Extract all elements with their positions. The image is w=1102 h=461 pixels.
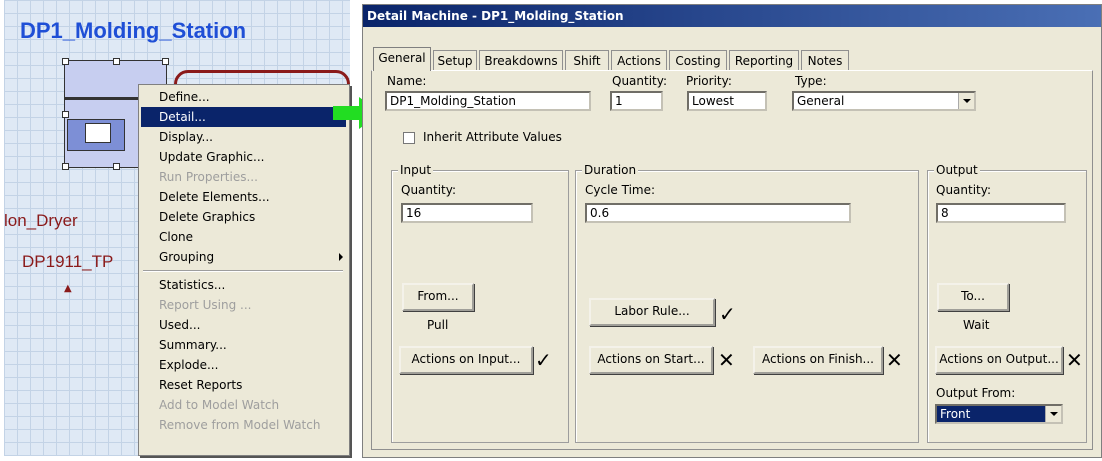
wait-text: Wait — [963, 318, 990, 332]
tab-notes[interactable]: Notes — [801, 50, 849, 70]
menu-item-delete-elements[interactable]: Delete Elements... — [141, 187, 346, 207]
tab-actions[interactable]: Actions — [611, 50, 667, 70]
check-icon: ✓ — [719, 302, 736, 326]
tab-general[interactable]: General — [373, 47, 431, 71]
menu-separator — [143, 270, 343, 272]
tp-label: DP1911_TP — [22, 252, 114, 271]
context-menu: Define... Detail... Display... Update Graph… — [138, 84, 350, 456]
close-icon: ✕ — [1066, 348, 1083, 372]
menu-item-define[interactable]: Define... — [141, 87, 346, 107]
menu-item-used[interactable]: Used... — [141, 315, 346, 335]
inherit-label: Inherit Attribute Values — [423, 130, 562, 144]
output-from-select[interactable]: Front — [935, 404, 1063, 424]
priority-field[interactable]: Lowest — [687, 91, 767, 111]
up-arrow-icon: ▲ — [64, 283, 72, 294]
actions-on-input-button[interactable]: Actions on Input... — [399, 346, 533, 374]
dryer-label: lon_Dryer — [4, 211, 78, 230]
detail-machine-dialog: Detail Machine - DP1_Molding_Station Nam… — [362, 4, 1102, 458]
from-button[interactable]: From... — [402, 283, 474, 311]
output-group-title: Output — [934, 163, 980, 177]
resize-handle[interactable] — [62, 163, 69, 170]
quantity-field[interactable]: 1 — [610, 91, 663, 111]
resize-handle[interactable] — [113, 58, 120, 65]
output-quantity-field[interactable]: 8 — [936, 203, 1066, 223]
menu-item-explode[interactable]: Explode... — [141, 355, 346, 375]
output-from-label: Output From: — [936, 386, 1016, 400]
chevron-down-icon[interactable] — [958, 93, 974, 109]
cycle-time-field[interactable]: 0.6 — [585, 203, 851, 223]
inherit-checkbox[interactable] — [403, 132, 415, 144]
menu-item-display[interactable]: Display... — [141, 127, 346, 147]
actions-on-start-button[interactable]: Actions on Start... — [589, 346, 713, 374]
resize-handle[interactable] — [113, 163, 120, 170]
menu-item-run-properties: Run Properties... — [159, 170, 258, 184]
chevron-down-icon[interactable] — [1045, 406, 1061, 422]
menu-item-grouping[interactable]: Grouping — [141, 247, 346, 267]
actions-on-output-button[interactable]: Actions on Output... — [935, 346, 1063, 374]
resize-handle[interactable] — [62, 58, 69, 65]
quantity-label: Quantity: — [612, 74, 668, 88]
duration-group-title: Duration — [582, 163, 639, 177]
type-select-value: General — [797, 94, 845, 108]
output-from-value: Front — [940, 407, 971, 421]
cycle-time-label: Cycle Time: — [585, 183, 656, 197]
pull-text: Pull — [427, 318, 449, 332]
resize-handle[interactable] — [62, 111, 69, 118]
station-inner-window — [85, 123, 111, 143]
submenu-arrow-icon — [339, 253, 343, 261]
menu-item-reset-reports[interactable]: Reset Reports — [141, 375, 346, 395]
tab-setup[interactable]: Setup — [433, 50, 477, 70]
name-field[interactable]: DP1_Molding_Station — [385, 91, 591, 111]
labor-rule-button[interactable]: Labor Rule... — [589, 298, 715, 326]
menu-item-update-graphic[interactable]: Update Graphic... — [141, 147, 346, 167]
resize-handle[interactable] — [162, 58, 169, 65]
input-quantity-field[interactable]: 16 — [401, 203, 533, 223]
tab-costing[interactable]: Costing — [669, 50, 727, 70]
input-quantity-label: Quantity: — [401, 183, 457, 197]
station-title: DP1_Molding_Station — [20, 18, 247, 43]
actions-on-finish-button[interactable]: Actions on Finish... — [753, 346, 883, 374]
tab-breakdowns[interactable]: Breakdowns — [479, 50, 563, 70]
menu-item-remove-from-model-watch: Remove from Model Watch — [159, 418, 321, 432]
menu-item-detail[interactable]: Detail... — [141, 107, 346, 127]
menu-item-delete-graphics[interactable]: Delete Graphics — [141, 207, 346, 227]
to-button[interactable]: To... — [937, 283, 1009, 311]
close-icon: ✕ — [718, 348, 735, 372]
tab-reporting[interactable]: Reporting — [729, 50, 799, 70]
type-label: Type: — [795, 74, 827, 88]
menu-item-clone[interactable]: Clone — [141, 227, 346, 247]
menu-item-add-to-model-watch: Add to Model Watch — [159, 398, 280, 412]
menu-item-report-using: Report Using ... — [159, 298, 252, 312]
priority-label: Priority: — [686, 74, 732, 88]
close-icon: ✕ — [886, 348, 903, 372]
name-label: Name: — [387, 74, 427, 88]
menu-item-summary[interactable]: Summary... — [141, 335, 346, 355]
menu-item-statistics[interactable]: Statistics... — [141, 275, 346, 295]
check-icon: ✓ — [535, 348, 552, 372]
tab-shift[interactable]: Shift — [565, 50, 609, 70]
output-quantity-label: Quantity: — [936, 183, 992, 197]
input-group-title: Input — [398, 163, 434, 177]
type-select[interactable]: General — [792, 91, 976, 111]
dialog-title: Detail Machine - DP1_Molding_Station — [363, 5, 1101, 27]
